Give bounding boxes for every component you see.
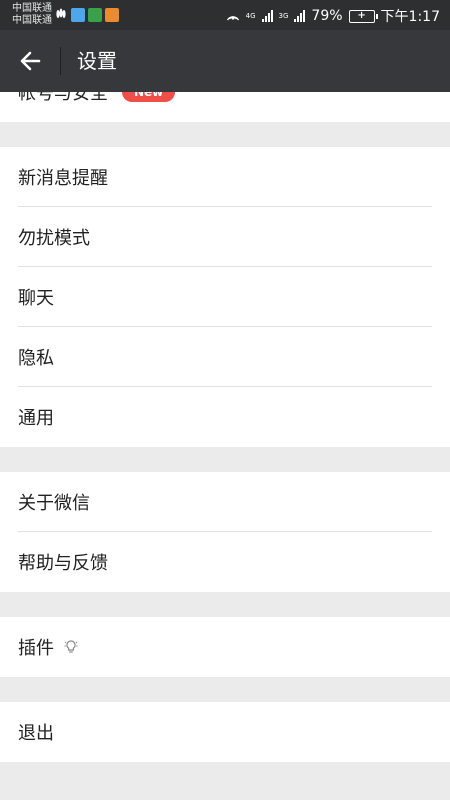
settings-group-account: 帐号与安全 New <box>0 92 450 122</box>
new-badge: New <box>122 92 176 102</box>
status-right: 4G 3G 79% + 下午1:17 <box>226 6 440 26</box>
app-notification-icon <box>105 8 119 22</box>
settings-item-label: 新消息提醒 <box>18 168 108 189</box>
signal-strength-icon-2 <box>294 10 306 22</box>
hotspot-icon <box>226 16 239 21</box>
group-gap <box>0 447 450 472</box>
header-divider <box>60 47 61 75</box>
logout-label: 退出 <box>18 723 54 744</box>
settings-item-label: 勿扰模式 <box>18 228 90 249</box>
settings-item-label: 聊天 <box>18 288 54 309</box>
app-bar: 设置 <box>0 30 450 92</box>
settings-item-label: 插件 <box>18 638 54 659</box>
settings-group-about: 关于微信 帮助与反馈 <box>0 472 450 592</box>
huawei-icon <box>56 8 66 18</box>
settings-item-do-not-disturb[interactable]: 勿扰模式 <box>0 207 450 267</box>
settings-list[interactable]: 帐号与安全 New 新消息提醒 勿扰模式 聊天 隐私 通用 关于微信 帮助与反馈 <box>0 92 450 800</box>
settings-item-label: 关于微信 <box>18 493 90 514</box>
network-type-label-2: 3G <box>278 11 289 20</box>
settings-group-plugins: 插件 <box>0 617 450 677</box>
settings-item-general[interactable]: 通用 <box>0 387 450 447</box>
settings-item-label: 隐私 <box>18 348 54 369</box>
carrier-line-1: 中国联通 <box>12 3 52 14</box>
settings-group-main: 新消息提醒 勿扰模式 聊天 隐私 通用 <box>0 147 450 447</box>
app-notification-icon <box>71 8 85 22</box>
settings-item-privacy[interactable]: 隐私 <box>0 327 450 387</box>
settings-item-chats[interactable]: 聊天 <box>0 267 450 327</box>
group-gap <box>0 122 450 147</box>
notification-icons <box>54 8 119 22</box>
settings-item-label: 帮助与反馈 <box>18 553 108 574</box>
clock: 下午1:17 <box>380 9 440 25</box>
settings-item-new-message-notifications[interactable]: 新消息提醒 <box>0 147 450 207</box>
settings-item-label: 帐号与安全 <box>18 92 108 104</box>
settings-item-account-security[interactable]: 帐号与安全 New <box>0 92 450 122</box>
carrier-info: 中国联通 中国联通 <box>12 3 52 27</box>
signal-strength-icon <box>261 10 273 22</box>
settings-item-about-wechat[interactable]: 关于微信 <box>0 472 450 532</box>
settings-group-logout: 退出 <box>0 702 450 762</box>
settings-item-plugins[interactable]: 插件 <box>0 617 450 677</box>
carrier-line-2: 中国联通 <box>12 15 52 26</box>
back-button[interactable] <box>12 43 48 79</box>
status-bar: 中国联通 中国联通 4G 3G 79% + 下午1:17 <box>0 0 450 30</box>
group-gap <box>0 677 450 702</box>
play-store-icon <box>88 8 102 22</box>
group-gap <box>0 592 450 617</box>
battery-percent: 79% <box>311 8 343 24</box>
battery-icon: + <box>348 9 378 23</box>
page-title: 设置 <box>77 49 117 73</box>
lightbulb-icon <box>64 639 78 655</box>
settings-item-label: 通用 <box>18 408 54 429</box>
logout-button[interactable]: 退出 <box>0 702 450 762</box>
back-arrow-icon <box>20 51 41 71</box>
network-type-label: 4G <box>245 11 256 20</box>
settings-item-help-feedback[interactable]: 帮助与反馈 <box>0 532 450 592</box>
